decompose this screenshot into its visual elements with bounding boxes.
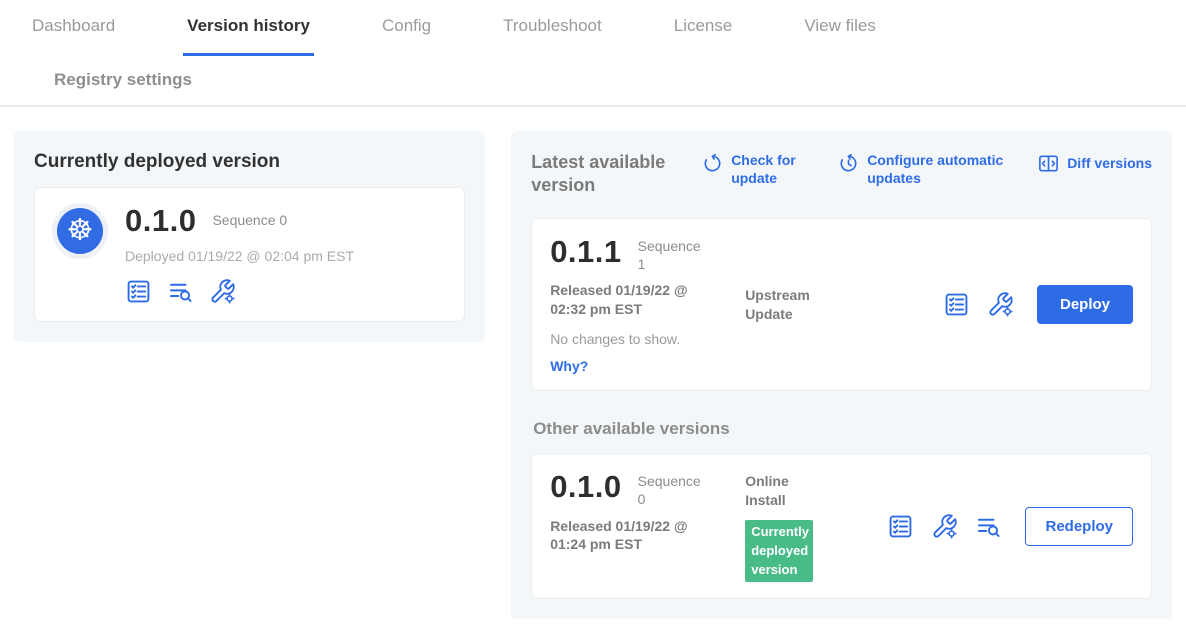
latest-available-title: Latest available version [531, 151, 671, 196]
deployed-version-number: 0.1.0 [125, 204, 196, 238]
refresh-icon [701, 152, 724, 175]
other-version-number: 0.1.0 [550, 470, 621, 504]
deployed-version-card: ☸ 0.1.0 Sequence 0 Deployed 01/19/22 @ 0… [34, 187, 465, 322]
latest-version-card: 0.1.1 Sequence 1 Released 01/19/22 @ 02:… [531, 218, 1152, 391]
configure-automatic-updates-label: Configure automatic updates [867, 151, 1007, 187]
scheduled-refresh-icon [837, 152, 860, 175]
latest-sequence-label: Sequence 1 [638, 235, 708, 273]
latest-released-timestamp: Released 01/19/22 @ 02:32 pm EST [550, 281, 705, 319]
edit-config-icon[interactable] [931, 513, 958, 540]
available-versions-panel: Latest available version Check for updat… [511, 131, 1172, 619]
kubernetes-wheel-glyph: ☸ [67, 216, 94, 246]
deployed-card-body: 0.1.0 Sequence 0 Deployed 01/19/22 @ 02:… [125, 204, 354, 305]
other-source-label: Online Install [745, 472, 805, 510]
deployed-card-actions [125, 278, 354, 305]
tab-license[interactable]: License [670, 16, 737, 56]
available-versions-header: Latest available version Check for updat… [531, 151, 1152, 196]
latest-version-info: 0.1.1 Sequence 1 Released 01/19/22 @ 02:… [550, 235, 745, 374]
secondary-tab-bar: Registry settings [28, 56, 1186, 105]
tab-registry-settings[interactable]: Registry settings [50, 70, 196, 105]
latest-card-actions: Deploy [943, 285, 1133, 324]
edit-config-icon[interactable] [209, 278, 236, 305]
kubernetes-logo-icon: ☸ [57, 208, 103, 254]
top-navigation: Dashboard Version history Config Trouble… [0, 0, 1186, 107]
other-version-card: 0.1.0 Sequence 0 Released 01/19/22 @ 01:… [531, 453, 1152, 599]
deployed-sequence-label: Sequence 0 [212, 204, 287, 228]
diff-versions-button[interactable]: Diff versions [1037, 151, 1152, 175]
diff-versions-label: Diff versions [1067, 151, 1152, 172]
tab-dashboard[interactable]: Dashboard [28, 16, 119, 56]
preflight-checks-icon[interactable] [943, 291, 970, 318]
deploy-logs-icon[interactable] [975, 513, 1002, 540]
configure-automatic-updates-button[interactable]: Configure automatic updates [837, 151, 1007, 187]
why-link[interactable]: Why? [550, 358, 745, 374]
other-card-actions: Redeploy [887, 507, 1133, 546]
tab-view-files[interactable]: View files [800, 16, 880, 56]
edit-config-icon[interactable] [987, 291, 1014, 318]
latest-version-number: 0.1.1 [550, 235, 621, 269]
other-version-info: 0.1.0 Sequence 0 Released 01/19/22 @ 01:… [550, 470, 745, 554]
other-version-meta: Online Install Currently deployed versio… [745, 472, 840, 582]
preflight-checks-icon[interactable] [887, 513, 914, 540]
check-for-update-button[interactable]: Check for update [701, 151, 807, 187]
latest-source-label: Upstream Update [745, 286, 835, 324]
check-for-update-label: Check for update [731, 151, 807, 187]
other-sequence-label: Sequence 0 [638, 470, 708, 508]
tab-troubleshoot[interactable]: Troubleshoot [499, 16, 606, 56]
diff-icon [1037, 152, 1060, 175]
currently-deployed-panel: Currently deployed version ☸ 0.1.0 Seque… [14, 131, 485, 342]
tab-version-history[interactable]: Version history [183, 16, 314, 56]
primary-tab-bar: Dashboard Version history Config Trouble… [28, 16, 1186, 56]
deployed-timestamp: Deployed 01/19/22 @ 02:04 pm EST [125, 248, 354, 264]
currently-deployed-title: Currently deployed version [34, 151, 465, 173]
other-versions-heading: Other available versions [533, 419, 1152, 439]
deploy-button[interactable]: Deploy [1037, 285, 1133, 324]
version-history-page: Currently deployed version ☸ 0.1.0 Seque… [0, 107, 1186, 619]
no-changes-text: No changes to show. [550, 331, 745, 347]
preflight-checks-icon[interactable] [125, 278, 152, 305]
tab-config[interactable]: Config [378, 16, 435, 56]
redeploy-button[interactable]: Redeploy [1025, 507, 1133, 546]
deploy-logs-icon[interactable] [167, 278, 194, 305]
currently-deployed-badge: Currently deployed version [745, 520, 813, 583]
other-released-timestamp: Released 01/19/22 @ 01:24 pm EST [550, 517, 705, 555]
